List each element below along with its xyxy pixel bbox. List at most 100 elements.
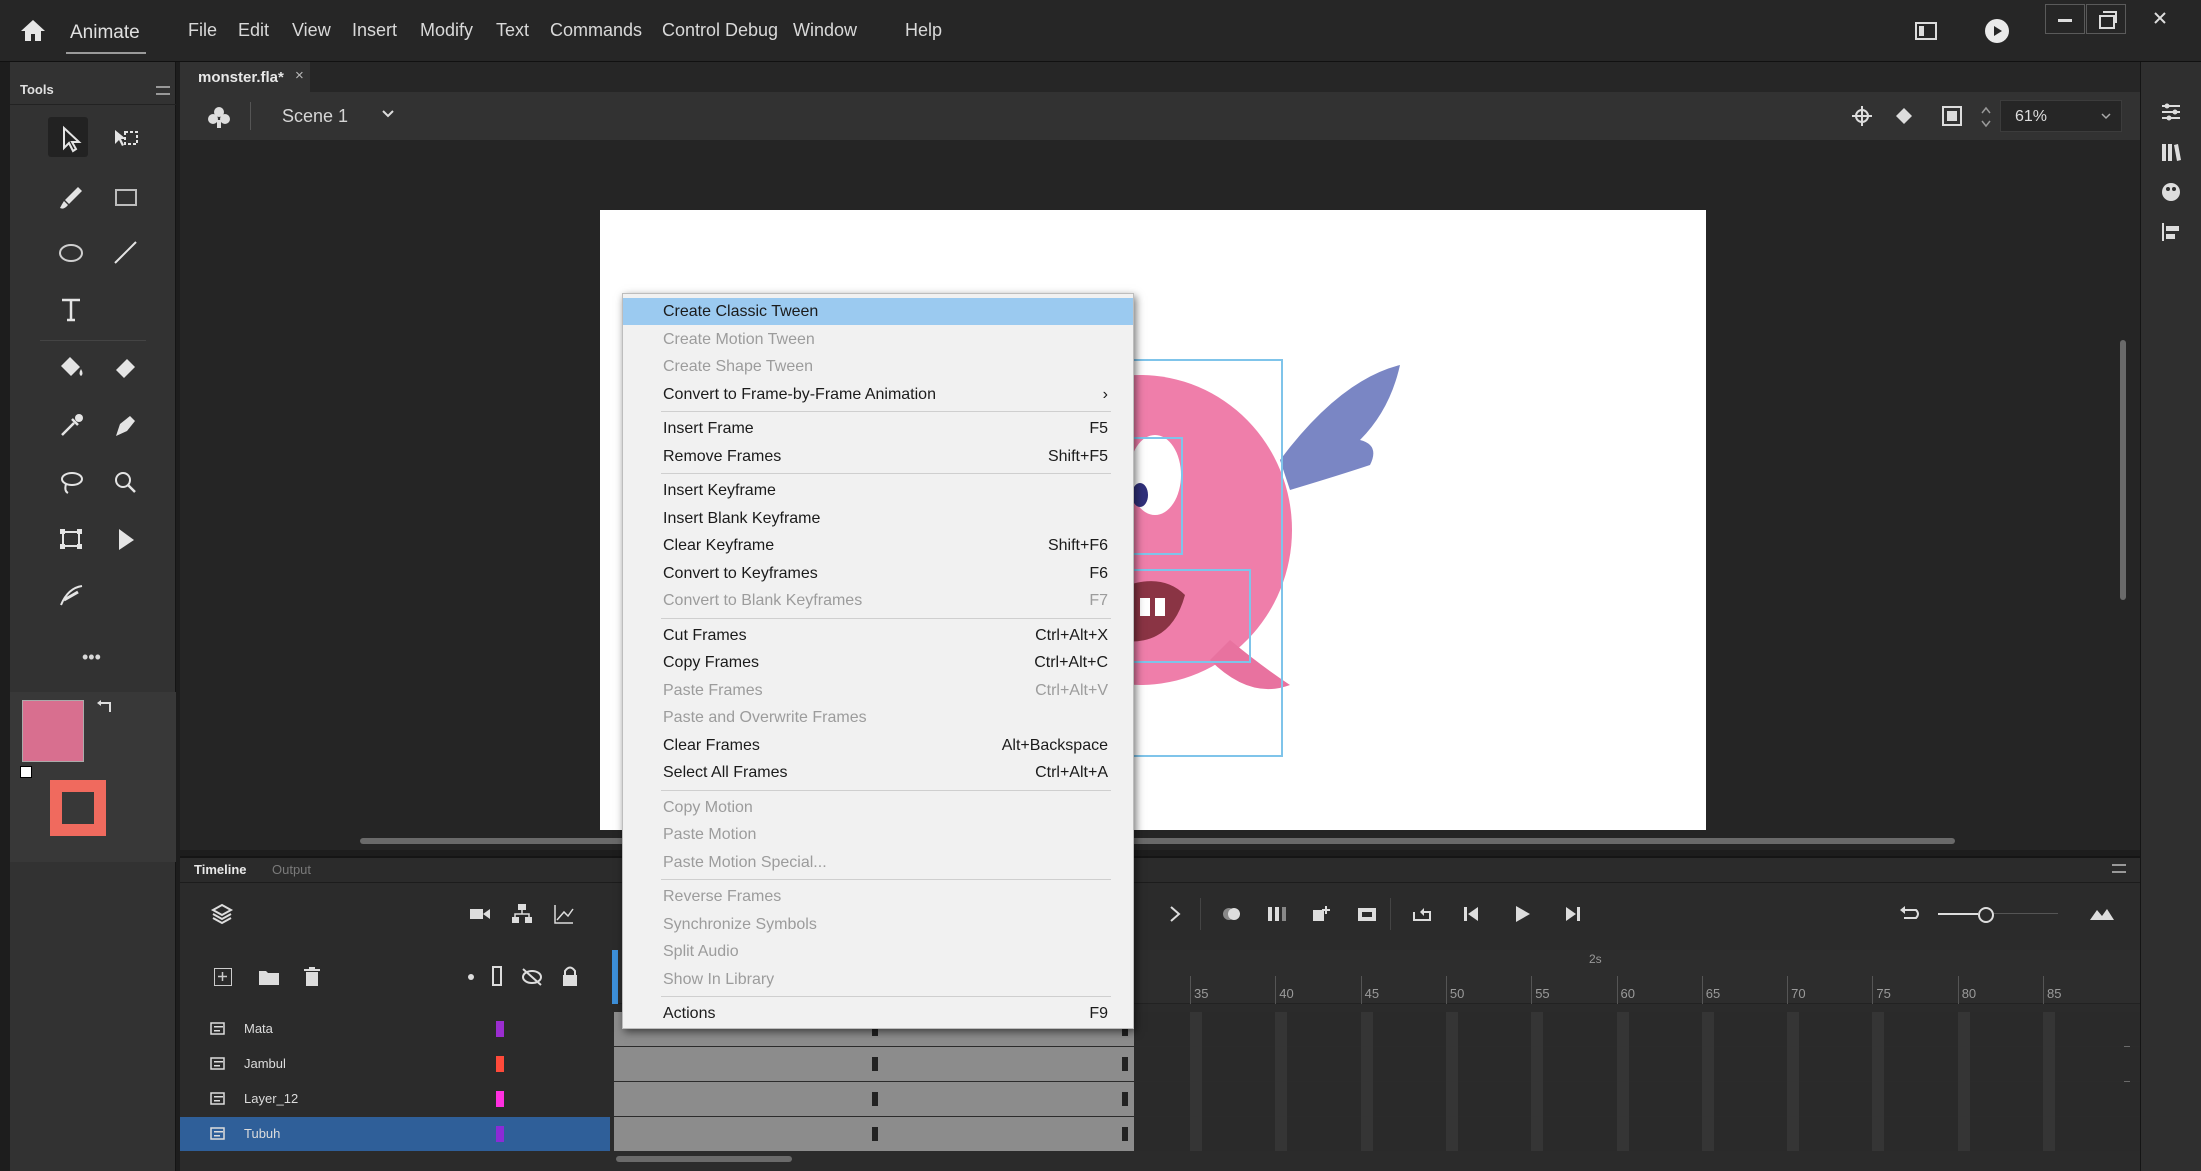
timeline-tab[interactable]: Timeline (194, 862, 247, 877)
library-panel-icon[interactable] (2159, 140, 2183, 164)
menu-item-cut-frames[interactable]: Cut Frames Ctrl+Alt+X (623, 622, 1133, 649)
menu-window[interactable]: Window (793, 20, 857, 41)
menu-commands[interactable]: Commands (550, 20, 642, 41)
layer-name[interactable]: Tubuh (244, 1126, 280, 1141)
new-folder-icon[interactable] (258, 968, 280, 986)
onion-skin-icon[interactable] (1220, 904, 1244, 924)
menu-modify[interactable]: Modify (420, 20, 473, 41)
hide-layers-icon[interactable] (520, 966, 544, 988)
menu-debug[interactable]: Debug (725, 20, 778, 41)
frame-view-icon[interactable] (1355, 904, 1379, 924)
oval-tool-icon[interactable] (56, 237, 86, 267)
timeline-horizontal-scrollbar[interactable] (616, 1156, 792, 1162)
close-button[interactable] (2140, 4, 2180, 34)
menu-item-clear-frames[interactable]: Clear Frames Alt+Backspace (623, 732, 1133, 759)
layer-color-swatch[interactable] (496, 1126, 504, 1142)
menu-insert[interactable]: Insert (352, 20, 397, 41)
vertical-scrollbar[interactable] (2120, 340, 2126, 600)
zoom-dropdown-icon[interactable] (2099, 109, 2113, 123)
layer-color-swatch[interactable] (496, 1021, 504, 1037)
menu-item-remove-frames[interactable]: Remove Frames Shift+F5 (623, 443, 1133, 470)
menu-edit[interactable]: Edit (238, 20, 269, 41)
test-movie-icon[interactable] (1985, 19, 2009, 43)
more-tools-button[interactable]: ••• (82, 647, 101, 668)
scene-dropdown-icon[interactable] (380, 106, 396, 122)
free-transform-tool-icon[interactable] (56, 524, 86, 554)
zoom-tool-icon[interactable] (110, 467, 140, 497)
subselection-tool-icon[interactable] (110, 124, 140, 154)
assets-panel-icon[interactable] (2159, 180, 2183, 204)
properties-panel-icon[interactable] (2159, 100, 2183, 124)
menu-text[interactable]: Text (496, 20, 529, 41)
panel-menu-icon[interactable] (156, 86, 170, 95)
layer-color-swatch[interactable] (496, 1056, 504, 1072)
workspace-icon[interactable] (1915, 22, 1937, 40)
layer-color-swatch[interactable] (496, 1091, 504, 1107)
next-frame-arrow-icon[interactable] (1165, 904, 1185, 924)
edit-multiple-frames-icon[interactable] (1265, 904, 1289, 924)
menu-item-insert-frame[interactable]: Insert Frame F5 (623, 415, 1133, 442)
close-tab-icon[interactable]: × (295, 67, 304, 84)
fit-timeline-icon[interactable] (2088, 904, 2116, 924)
text-tool-icon[interactable] (56, 294, 86, 324)
layer-row[interactable]: Layer_12 (180, 1082, 610, 1116)
paint-bucket-tool-icon[interactable] (56, 352, 86, 382)
brush-tool-icon[interactable] (56, 182, 86, 212)
menu-item-clear-keyframe[interactable]: Clear Keyframe Shift+F6 (623, 532, 1133, 559)
layer-name[interactable]: Jambul (244, 1056, 286, 1071)
frame-row[interactable] (614, 1047, 2140, 1081)
lock-layers-icon[interactable] (560, 964, 580, 988)
center-stage-icon[interactable] (1850, 104, 1874, 128)
asset-warp-tool-icon[interactable] (56, 580, 86, 610)
eyedropper-tool-icon[interactable] (56, 410, 86, 440)
timeline-menu-icon[interactable] (2112, 864, 2126, 873)
output-tab[interactable]: Output (272, 862, 311, 877)
graph-icon[interactable] (552, 902, 576, 926)
line-tool-icon[interactable] (110, 237, 140, 267)
new-layer-icon[interactable] (214, 968, 232, 986)
step-forward-icon[interactable] (1560, 904, 1584, 924)
menu-item-insert-blank-keyframe[interactable]: Insert Blank Keyframe (623, 505, 1133, 532)
frame-row[interactable] (614, 1082, 2140, 1116)
align-panel-icon[interactable] (2159, 220, 2183, 244)
menu-item-insert-keyframe[interactable]: Insert Keyframe (623, 477, 1133, 504)
swap-colors-icon[interactable] (96, 698, 116, 718)
layer-name[interactable]: Mata (244, 1021, 273, 1036)
delete-layer-icon[interactable] (302, 966, 322, 988)
menu-view[interactable]: View (292, 20, 331, 41)
menu-control[interactable]: Control (662, 20, 720, 41)
layer-row[interactable]: Mata (180, 1012, 610, 1046)
menu-item-convert-to-frame-by-frame-animation[interactable]: Convert to Frame-by-Frame Animation › (623, 381, 1133, 408)
play-icon[interactable] (1510, 904, 1534, 924)
rotate-tool-icon[interactable] (1892, 104, 1916, 128)
highlight-layers-icon[interactable] (468, 974, 474, 980)
default-colors-icon[interactable] (20, 766, 32, 778)
menu-item-actions[interactable]: Actions F9 (623, 1000, 1133, 1027)
frame-row[interactable] (614, 1117, 2140, 1151)
minimize-button[interactable] (2045, 4, 2085, 34)
outline-layers-icon[interactable] (492, 966, 502, 986)
zoom-stepper-icon[interactable] (1980, 104, 1992, 130)
menu-help[interactable]: Help (905, 20, 942, 41)
stroke-color-swatch[interactable] (50, 780, 106, 836)
menu-item-select-all-frames[interactable]: Select All Frames Ctrl+Alt+A (623, 759, 1133, 786)
menu-file[interactable]: File (188, 20, 217, 41)
horizontal-scrollbar[interactable] (360, 838, 1955, 844)
undo-zoom-icon[interactable] (1898, 904, 1922, 924)
layer-row[interactable]: Jambul (180, 1047, 610, 1081)
selection-tool-icon[interactable] (56, 124, 86, 154)
menu-item-copy-frames[interactable]: Copy Frames Ctrl+Alt+C (623, 649, 1133, 676)
step-back-icon[interactable] (1460, 904, 1484, 924)
layer-name[interactable]: Layer_12 (244, 1091, 298, 1106)
clip-content-icon[interactable] (1942, 106, 1962, 126)
fill-color-swatch[interactable] (22, 700, 84, 762)
rectangle-tool-icon[interactable] (110, 182, 140, 212)
scene-name[interactable]: Scene 1 (282, 106, 348, 127)
lasso-tool-icon[interactable] (56, 467, 86, 497)
restore-button[interactable] (2086, 4, 2126, 34)
pen-tool-icon[interactable] (110, 410, 140, 440)
menu-item-create-classic-tween[interactable]: Create Classic Tween (623, 298, 1133, 325)
arrow-tool-icon[interactable] (110, 524, 140, 554)
home-icon[interactable] (20, 18, 46, 42)
camera-icon[interactable] (468, 904, 492, 924)
